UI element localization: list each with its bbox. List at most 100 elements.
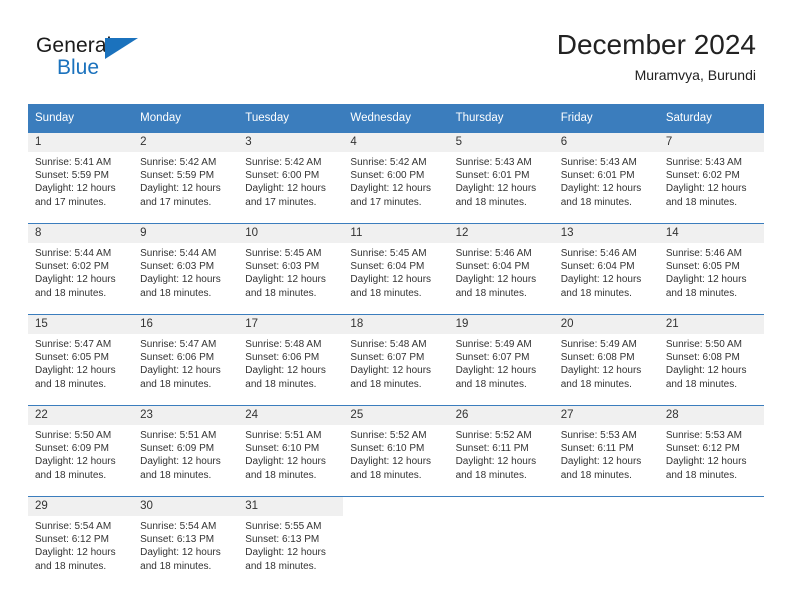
sunrise-text: Sunrise: 5:42 AM — [350, 157, 427, 168]
day-details: Sunrise: 5:44 AM Sunset: 6:02 PM Dayligh… — [28, 243, 133, 300]
weekday-header-saturday: Saturday — [658, 104, 764, 133]
weekday-header-wednesday: Wednesday — [343, 104, 449, 133]
day-number: 17 — [238, 315, 344, 334]
daylight-text: Daylight: 12 hours and 18 minutes. — [560, 183, 642, 208]
day-details — [554, 516, 659, 520]
day-cell[interactable]: 19 Sunrise: 5:49 AM Sunset: 6:07 PM Dayl… — [448, 314, 554, 406]
day-cell[interactable]: 5 Sunrise: 5:43 AM Sunset: 6:01 PM Dayli… — [448, 132, 554, 224]
day-cell[interactable]: 2 Sunrise: 5:42 AM Sunset: 5:59 PM Dayli… — [133, 132, 239, 224]
sunset-text: Sunset: 6:01 PM — [560, 170, 635, 182]
sunrise-text: Sunrise: 5:55 AM — [245, 521, 322, 532]
week-row: 29 Sunrise: 5:54 AM Sunset: 6:12 PM Dayl… — [28, 496, 764, 587]
daylight-text: Daylight: 12 hours and 18 minutes. — [560, 274, 642, 299]
day-cell[interactable]: 17 Sunrise: 5:48 AM Sunset: 6:06 PM Dayl… — [238, 314, 344, 406]
sunrise-text: Sunrise: 5:52 AM — [455, 430, 532, 441]
weekday-header-row: Sunday Monday Tuesday Wednesday Thursday… — [28, 104, 764, 133]
daylight-text: Daylight: 12 hours and 17 minutes. — [140, 183, 221, 208]
day-details: Sunrise: 5:46 AM Sunset: 6:04 PM Dayligh… — [554, 243, 659, 300]
day-cell[interactable]: 16 Sunrise: 5:47 AM Sunset: 6:06 PM Dayl… — [133, 314, 239, 406]
day-cell[interactable]: 11 Sunrise: 5:45 AM Sunset: 6:04 PM Dayl… — [343, 223, 449, 315]
sunset-text: Sunset: 6:00 PM — [350, 170, 425, 182]
sunset-text: Sunset: 6:04 PM — [560, 261, 635, 273]
day-details — [449, 516, 554, 520]
day-cell[interactable]: 9 Sunrise: 5:44 AM Sunset: 6:03 PM Dayli… — [133, 223, 239, 315]
day-details — [343, 516, 448, 520]
sunset-text: Sunset: 6:09 PM — [140, 443, 215, 455]
day-details: Sunrise: 5:42 AM Sunset: 5:59 PM Dayligh… — [133, 152, 238, 209]
daylight-text: Daylight: 12 hours and 18 minutes. — [35, 274, 116, 299]
day-cell[interactable]: 26 Sunrise: 5:52 AM Sunset: 6:11 PM Dayl… — [448, 405, 554, 497]
page-header: General Blue December 2024 Muramvya, Bur… — [0, 0, 792, 100]
day-cell[interactable]: 27 Sunrise: 5:53 AM Sunset: 6:11 PM Dayl… — [553, 405, 659, 497]
day-number: 14 — [658, 224, 764, 243]
sunrise-text: Sunrise: 5:45 AM — [350, 248, 427, 259]
day-number: 4 — [343, 133, 449, 152]
general-blue-logo[interactable]: General Blue — [36, 33, 156, 85]
sunrise-text: Sunrise: 5:53 AM — [665, 430, 742, 441]
day-number — [343, 497, 449, 516]
day-number: 6 — [553, 133, 659, 152]
sunset-text: Sunset: 6:05 PM — [35, 352, 109, 364]
daylight-text: Daylight: 12 hours and 18 minutes. — [665, 456, 747, 481]
day-cell[interactable]: 23 Sunrise: 5:51 AM Sunset: 6:09 PM Dayl… — [133, 405, 239, 497]
day-number: 5 — [448, 133, 554, 152]
sunset-text: Sunset: 6:03 PM — [140, 261, 215, 273]
day-cell[interactable]: 4 Sunrise: 5:42 AM Sunset: 6:00 PM Dayli… — [343, 132, 449, 224]
sunrise-text: Sunrise: 5:47 AM — [140, 339, 217, 350]
day-number: 24 — [238, 406, 344, 425]
day-details: Sunrise: 5:51 AM Sunset: 6:09 PM Dayligh… — [133, 425, 238, 482]
day-number: 3 — [238, 133, 344, 152]
day-details: Sunrise: 5:49 AM Sunset: 6:08 PM Dayligh… — [554, 334, 659, 391]
day-details: Sunrise: 5:48 AM Sunset: 6:06 PM Dayligh… — [238, 334, 343, 391]
sunrise-text: Sunrise: 5:51 AM — [245, 430, 322, 441]
sunset-text: Sunset: 6:02 PM — [665, 170, 740, 182]
day-details: Sunrise: 5:47 AM Sunset: 6:06 PM Dayligh… — [133, 334, 238, 391]
weekday-header-friday: Friday — [553, 104, 659, 133]
day-cell[interactable]: 20 Sunrise: 5:49 AM Sunset: 6:08 PM Dayl… — [553, 314, 659, 406]
sunrise-text: Sunrise: 5:45 AM — [245, 248, 322, 259]
day-number: 15 — [28, 315, 134, 334]
day-cell[interactable]: 1 Sunrise: 5:41 AM Sunset: 5:59 PM Dayli… — [28, 132, 134, 224]
day-number: 13 — [553, 224, 659, 243]
day-details — [659, 516, 764, 520]
day-cell[interactable]: 29 Sunrise: 5:54 AM Sunset: 6:12 PM Dayl… — [28, 496, 134, 587]
day-cell[interactable]: 31 Sunrise: 5:55 AM Sunset: 6:13 PM Dayl… — [238, 496, 344, 587]
sunset-text: Sunset: 6:13 PM — [140, 534, 215, 546]
daylight-text: Daylight: 12 hours and 18 minutes. — [455, 274, 537, 299]
day-cell[interactable]: 28 Sunrise: 5:53 AM Sunset: 6:12 PM Dayl… — [658, 405, 764, 497]
sunset-text: Sunset: 6:06 PM — [140, 352, 215, 364]
sunrise-text: Sunrise: 5:52 AM — [350, 430, 427, 441]
logo-text-blue: Blue — [57, 56, 100, 79]
day-cell[interactable]: 18 Sunrise: 5:48 AM Sunset: 6:07 PM Dayl… — [343, 314, 449, 406]
day-cell[interactable]: 25 Sunrise: 5:52 AM Sunset: 6:10 PM Dayl… — [343, 405, 449, 497]
sunrise-text: Sunrise: 5:48 AM — [350, 339, 427, 350]
day-cell[interactable]: 7 Sunrise: 5:43 AM Sunset: 6:02 PM Dayli… — [658, 132, 764, 224]
day-cell[interactable]: 6 Sunrise: 5:43 AM Sunset: 6:01 PM Dayli… — [553, 132, 659, 224]
sunrise-text: Sunrise: 5:54 AM — [35, 521, 112, 532]
sunset-text: Sunset: 6:00 PM — [245, 170, 320, 182]
sunset-text: Sunset: 6:13 PM — [245, 534, 320, 546]
day-cell[interactable]: 21 Sunrise: 5:50 AM Sunset: 6:08 PM Dayl… — [658, 314, 764, 406]
day-cell[interactable]: 3 Sunrise: 5:42 AM Sunset: 6:00 PM Dayli… — [238, 132, 344, 224]
day-cell[interactable]: 8 Sunrise: 5:44 AM Sunset: 6:02 PM Dayli… — [28, 223, 134, 315]
day-cell[interactable]: 24 Sunrise: 5:51 AM Sunset: 6:10 PM Dayl… — [238, 405, 344, 497]
day-cell[interactable]: 12 Sunrise: 5:46 AM Sunset: 6:04 PM Dayl… — [448, 223, 554, 315]
daylight-text: Daylight: 12 hours and 17 minutes. — [350, 183, 432, 208]
daylight-text: Daylight: 12 hours and 18 minutes. — [35, 365, 116, 390]
day-details: Sunrise: 5:46 AM Sunset: 6:04 PM Dayligh… — [449, 243, 554, 300]
day-cell[interactable]: 15 Sunrise: 5:47 AM Sunset: 6:05 PM Dayl… — [28, 314, 134, 406]
day-details: Sunrise: 5:44 AM Sunset: 6:03 PM Dayligh… — [133, 243, 238, 300]
location-subtitle: Muramvya, Burundi — [634, 67, 756, 83]
weekday-header-monday: Monday — [133, 104, 239, 133]
day-number: 16 — [133, 315, 239, 334]
daylight-text: Daylight: 12 hours and 18 minutes. — [350, 365, 432, 390]
day-details: Sunrise: 5:42 AM Sunset: 6:00 PM Dayligh… — [238, 152, 343, 209]
day-cell[interactable]: 13 Sunrise: 5:46 AM Sunset: 6:04 PM Dayl… — [553, 223, 659, 315]
day-cell[interactable]: 10 Sunrise: 5:45 AM Sunset: 6:03 PM Dayl… — [238, 223, 344, 315]
day-cell[interactable]: 14 Sunrise: 5:46 AM Sunset: 6:05 PM Dayl… — [658, 223, 764, 315]
day-details: Sunrise: 5:49 AM Sunset: 6:07 PM Dayligh… — [449, 334, 554, 391]
day-cell[interactable]: 22 Sunrise: 5:50 AM Sunset: 6:09 PM Dayl… — [28, 405, 134, 497]
daylight-text: Daylight: 12 hours and 18 minutes. — [560, 456, 642, 481]
day-cell[interactable]: 30 Sunrise: 5:54 AM Sunset: 6:13 PM Dayl… — [133, 496, 239, 587]
calendar-page: General Blue December 2024 Muramvya, Bur… — [0, 0, 792, 612]
